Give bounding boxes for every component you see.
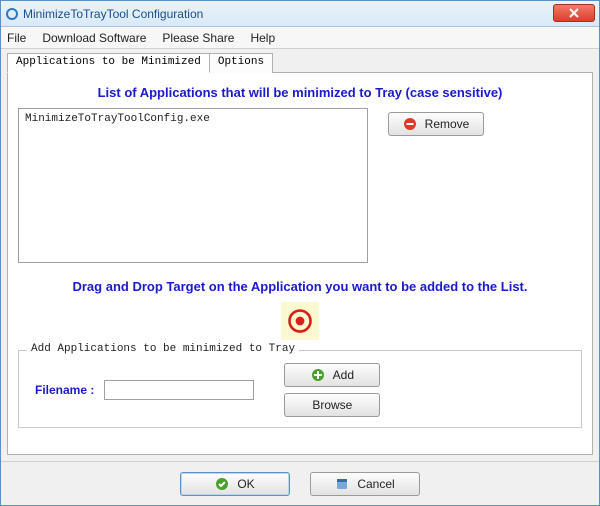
content: Applications to be Minimized Options Lis…	[1, 49, 599, 461]
menu-download-software[interactable]: Download Software	[42, 31, 146, 45]
menubar: File Download Software Please Share Help	[1, 27, 599, 49]
add-label: Add	[333, 368, 354, 382]
footer: OK Cancel	[1, 461, 599, 505]
ok-icon	[215, 477, 229, 491]
window-title: MinimizeToTrayTool Configuration	[23, 7, 203, 21]
add-icon	[311, 368, 325, 382]
window: MinimizeToTrayTool Configuration File Do…	[0, 0, 600, 506]
remove-icon	[403, 117, 417, 131]
add-applications-fieldset: Add Applications to be minimized to Tray…	[18, 350, 582, 428]
ok-button[interactable]: OK	[180, 472, 290, 496]
browse-button[interactable]: Browse	[284, 393, 380, 417]
tabpanel-applications: List of Applications that will be minimi…	[7, 72, 593, 455]
cancel-icon	[335, 477, 349, 491]
browse-label: Browse	[312, 398, 352, 412]
drag-heading: Drag and Drop Target on the Application …	[18, 279, 582, 294]
drag-target-wrap	[18, 302, 582, 340]
close-button[interactable]	[553, 4, 595, 22]
tab-applications[interactable]: Applications to be Minimized	[7, 53, 210, 73]
list-item[interactable]: MinimizeToTrayToolConfig.exe	[25, 113, 361, 125]
menu-file[interactable]: File	[7, 31, 26, 45]
list-row: MinimizeToTrayToolConfig.exe Remove	[18, 108, 582, 263]
applications-listbox[interactable]: MinimizeToTrayToolConfig.exe	[18, 108, 368, 263]
remove-label: Remove	[425, 117, 470, 131]
target-icon	[286, 307, 314, 335]
remove-button[interactable]: Remove	[388, 112, 484, 136]
ok-label: OK	[237, 477, 254, 491]
add-button[interactable]: Add	[284, 363, 380, 387]
titlebar: MinimizeToTrayTool Configuration	[1, 1, 599, 27]
drag-target[interactable]	[281, 302, 319, 340]
cancel-label: Cancel	[357, 477, 394, 491]
tabs: Applications to be Minimized Options	[7, 53, 593, 73]
filename-input[interactable]	[104, 380, 254, 400]
menu-help[interactable]: Help	[250, 31, 275, 45]
list-heading: List of Applications that will be minimi…	[18, 85, 582, 100]
app-icon	[5, 7, 19, 21]
tab-options[interactable]: Options	[209, 53, 273, 73]
menu-please-share[interactable]: Please Share	[162, 31, 234, 45]
filename-label: Filename :	[35, 383, 94, 397]
fieldset-legend: Add Applications to be minimized to Tray	[27, 343, 299, 355]
cancel-button[interactable]: Cancel	[310, 472, 420, 496]
